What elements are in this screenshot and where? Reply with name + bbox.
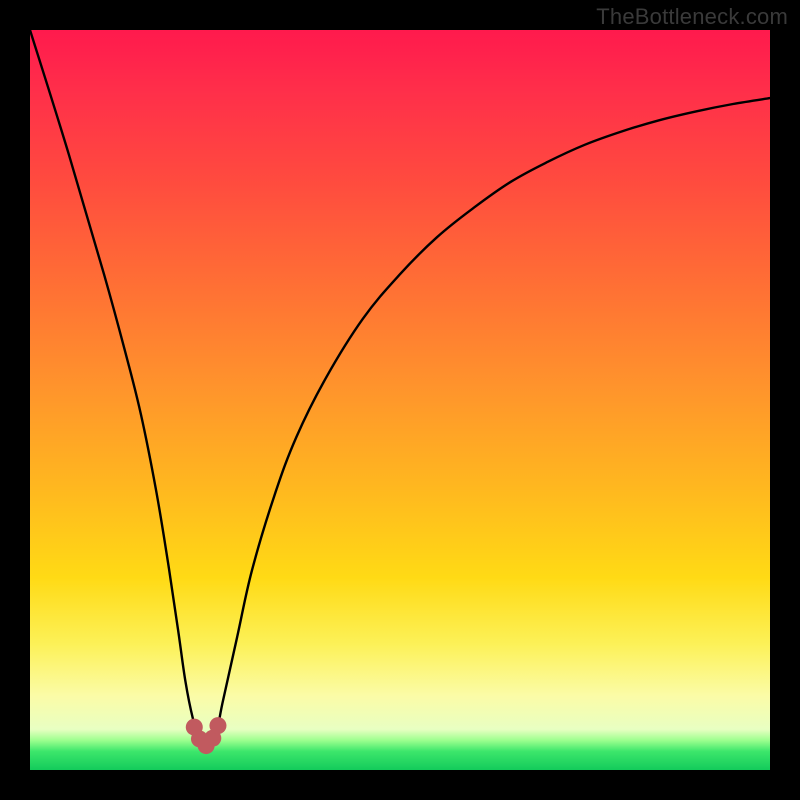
watermark-text: TheBottleneck.com — [596, 4, 788, 30]
chart-plot-area — [30, 30, 770, 770]
bottleneck-curve — [30, 30, 770, 747]
chart-svg — [30, 30, 770, 770]
minimum-marker — [209, 717, 226, 734]
minimum-markers — [186, 717, 227, 754]
chart-frame: TheBottleneck.com — [0, 0, 800, 800]
